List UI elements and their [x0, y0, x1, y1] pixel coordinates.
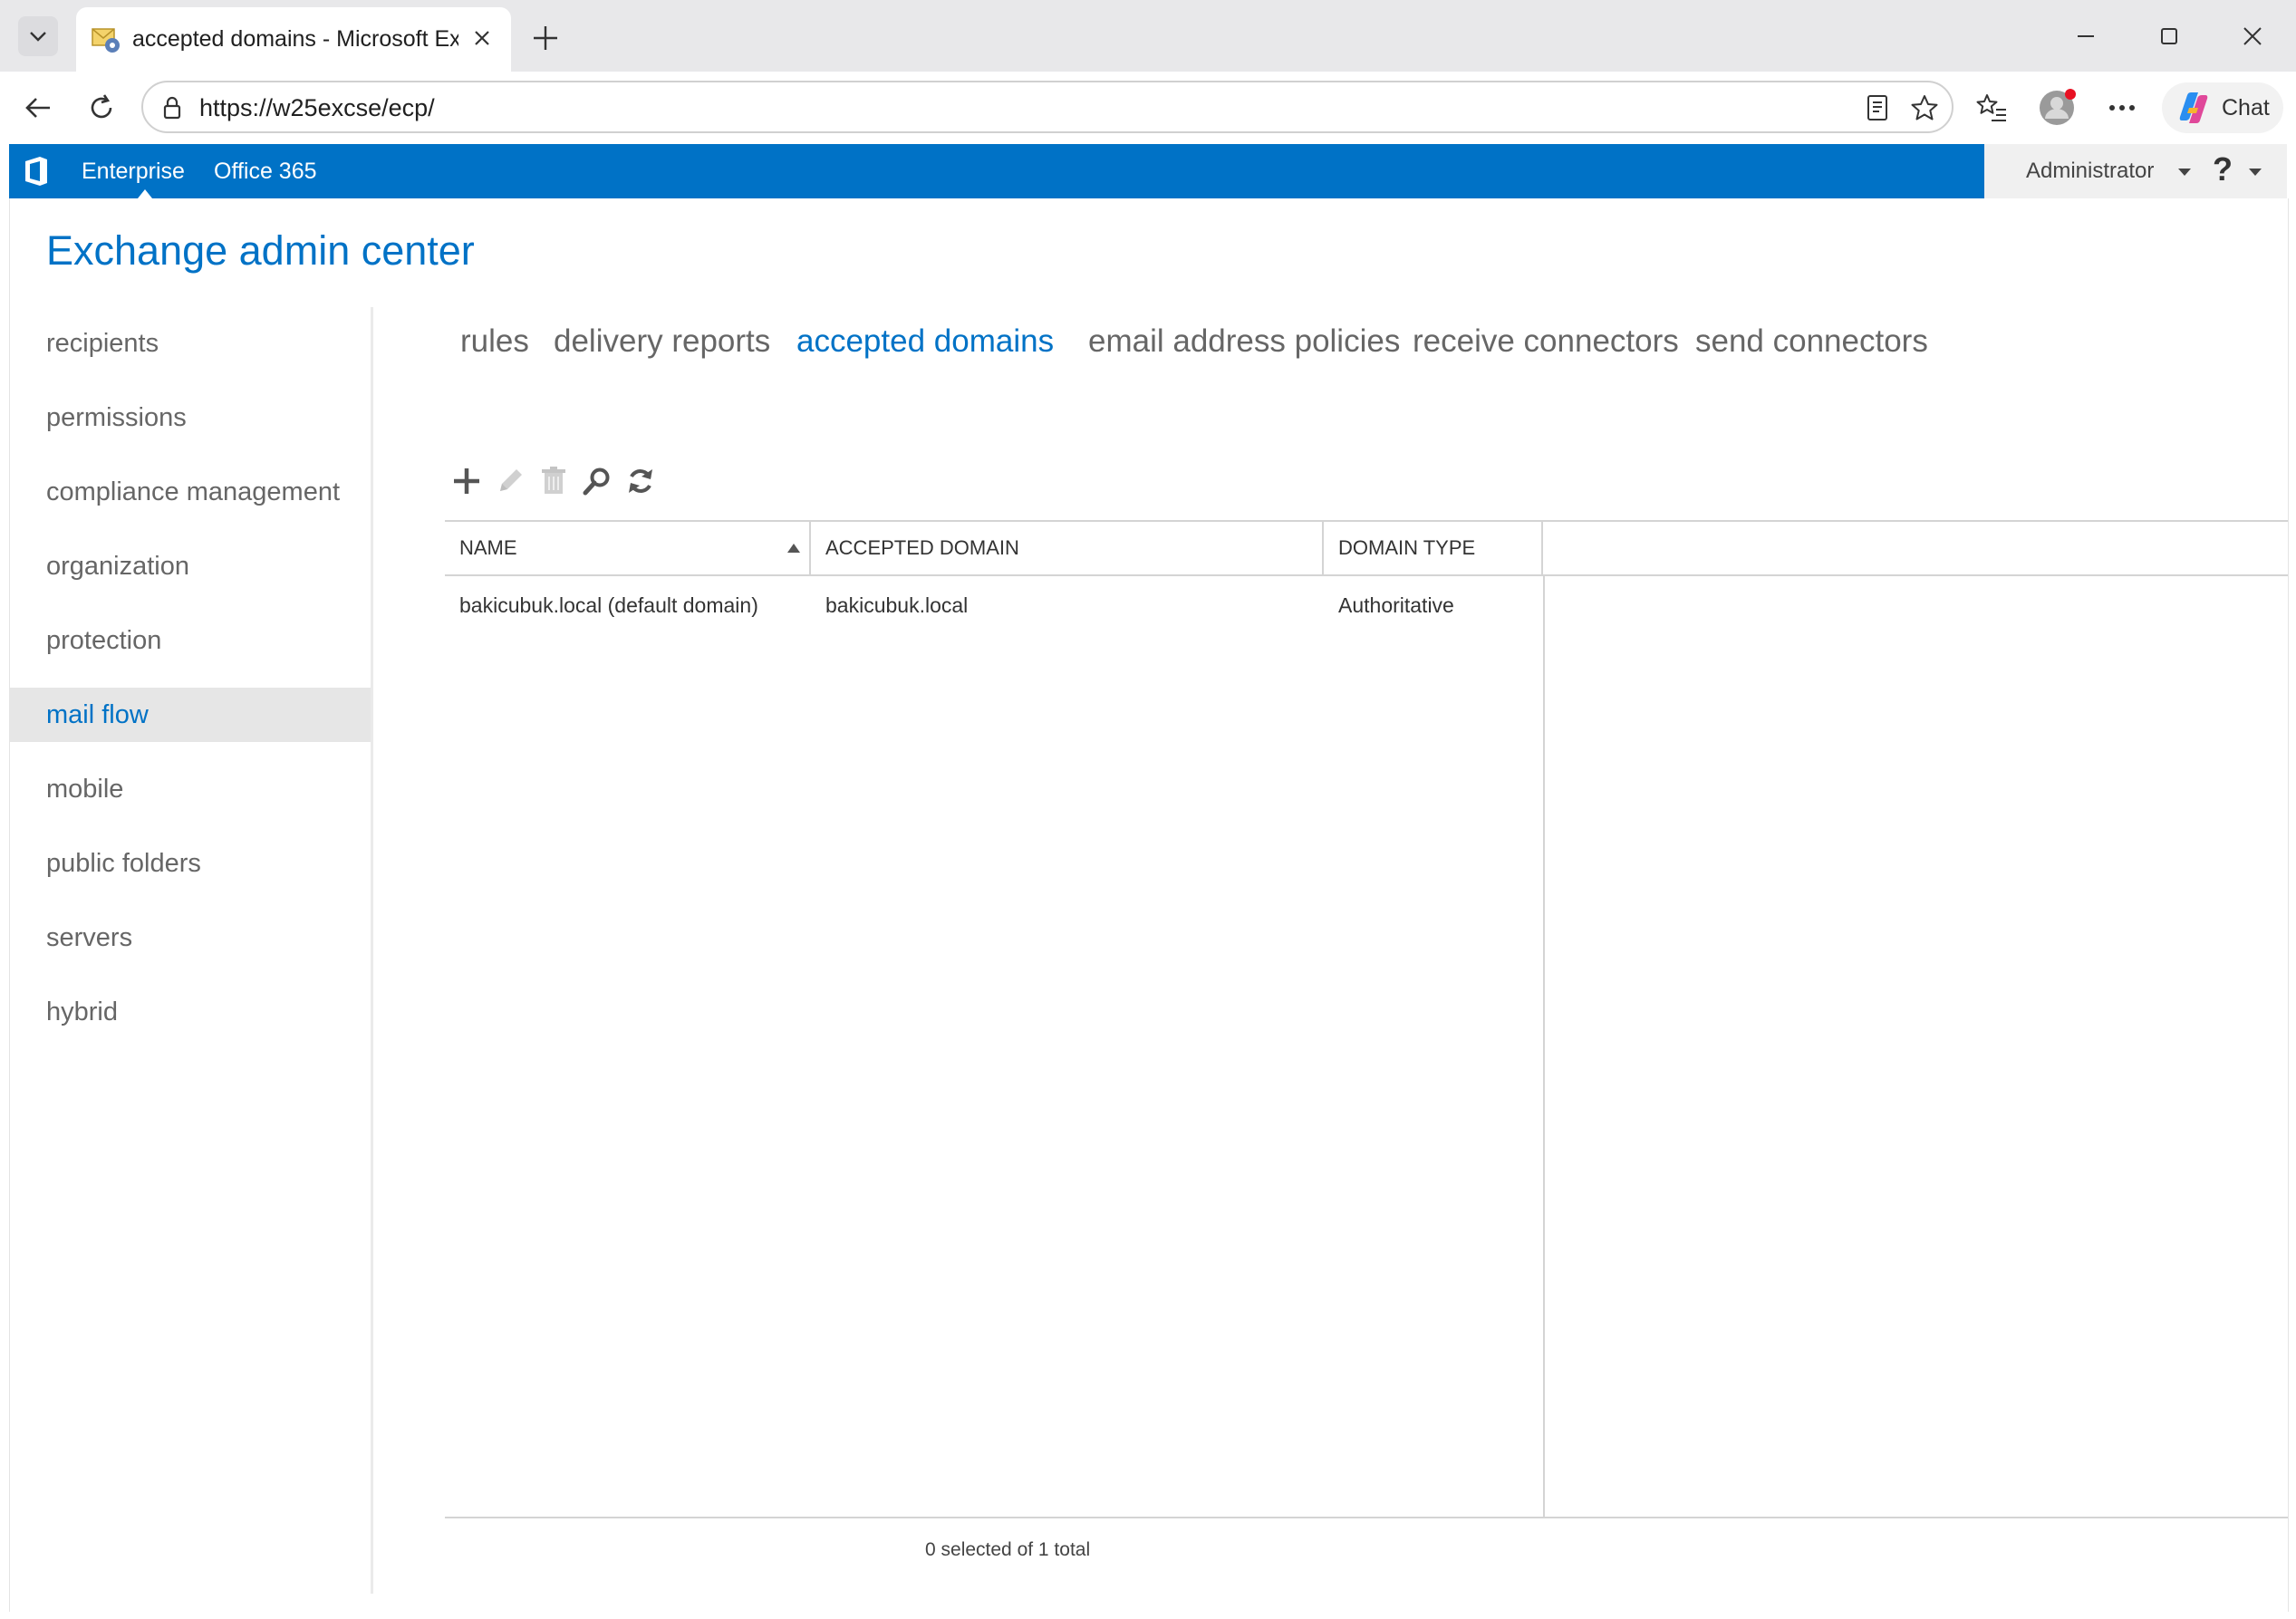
chevron-down-icon [30, 32, 46, 42]
nav-item-protection[interactable]: protection [10, 613, 371, 668]
chat-label: Chat [2222, 95, 2270, 120]
row-domain-type-cell: Authoritative [1338, 593, 1454, 617]
maximize-icon [2161, 28, 2177, 44]
accepted-domains-grid: NAME ACCEPTED DOMAIN DOMAIN TYPE bakicub… [445, 520, 2288, 1560]
column-header-name[interactable]: NAME [445, 522, 811, 574]
tab-accepted-domains[interactable]: accepted domains [796, 321, 1054, 362]
grid-footer-divider [445, 1517, 2288, 1518]
add-button[interactable] [447, 461, 487, 501]
copilot-icon [2179, 92, 2208, 123]
lock-icon[interactable] [159, 95, 185, 120]
plus-icon [454, 468, 479, 494]
exchange-favicon-icon [92, 28, 120, 53]
browser-tab-active[interactable]: accepted domains - Microsoft Exchange [76, 7, 511, 72]
chevron-down-icon[interactable] [2178, 169, 2191, 176]
nav-item-recipients[interactable]: recipients [10, 316, 371, 371]
tab-list-button[interactable] [18, 16, 58, 56]
tab-close-button[interactable] [466, 22, 498, 54]
search-icon [583, 467, 610, 496]
maximize-button[interactable] [2142, 13, 2196, 60]
tab-title: accepted domains - Microsoft Exchange [132, 26, 458, 52]
o365-nav-bar: Enterprise Office 365 Administrator ? [9, 144, 2287, 198]
trash-icon [542, 467, 565, 494]
close-icon [475, 31, 489, 45]
reload-icon [91, 94, 112, 119]
sort-ascending-icon [787, 544, 800, 553]
avatar [2040, 89, 2076, 125]
search-button[interactable] [577, 461, 617, 501]
browser-toolbar: https://w25excse/ecp/ Chat [0, 72, 2296, 144]
office365-link[interactable]: Office 365 [214, 158, 317, 185]
page-title: Exchange admin center [46, 227, 475, 274]
new-tab-button[interactable] [526, 18, 565, 58]
column-header-name-label: NAME [459, 536, 517, 559]
tab-send-connectors[interactable]: send connectors [1695, 321, 1928, 362]
nav-item-mail-flow[interactable]: mail flow [10, 688, 371, 742]
browser-tab-bar: accepted domains - Microsoft Exchange [0, 0, 2296, 72]
favorites-button[interactable] [1972, 88, 2011, 128]
star-icon [1911, 95, 1938, 120]
office-logo-icon[interactable] [18, 153, 54, 189]
profile-button[interactable] [2037, 88, 2077, 128]
nav-item-organization[interactable]: organization [10, 539, 371, 593]
nav-item-mobile[interactable]: mobile [10, 762, 371, 816]
plus-icon [534, 26, 557, 50]
refresh-icon [629, 469, 652, 493]
active-link-indicator [138, 189, 152, 198]
tab-receive-connectors[interactable]: receive connectors [1413, 321, 1679, 362]
arrow-left-icon [25, 98, 50, 118]
row-name-cell: bakicubuk.local (default domain) [459, 593, 758, 617]
nav-item-hybrid[interactable]: hybrid [10, 985, 371, 1039]
column-header-domain-type[interactable]: DOMAIN TYPE [1324, 522, 1543, 574]
more-icon [2109, 105, 2135, 111]
copilot-chat-button[interactable]: Chat [2162, 82, 2283, 133]
pencil-icon [500, 469, 522, 491]
tab-delivery-reports[interactable]: delivery reports [554, 321, 770, 362]
selection-status: 0 selected of 1 total [925, 1539, 1091, 1560]
minimize-button[interactable] [2059, 13, 2113, 60]
reload-button[interactable] [80, 86, 123, 130]
details-pane-divider [1543, 576, 1545, 1518]
tab-email-address-policies[interactable]: email address policies [1088, 321, 1400, 362]
nav-item-compliance-management[interactable]: compliance management [10, 465, 371, 519]
favorites-list-icon [1976, 94, 2006, 121]
chevron-down-icon[interactable] [2249, 169, 2262, 176]
close-window-button[interactable] [2225, 13, 2280, 60]
nav-item-servers[interactable]: servers [10, 911, 371, 965]
column-header-accepted-domain[interactable]: ACCEPTED DOMAIN [811, 522, 1324, 574]
nav-item-permissions[interactable]: permissions [10, 390, 371, 445]
grid-header: NAME ACCEPTED DOMAIN DOMAIN TYPE [445, 520, 2288, 576]
url-text[interactable]: https://w25excse/ecp/ [199, 93, 435, 122]
back-button[interactable] [16, 86, 60, 130]
user-menu[interactable]: Administrator [2026, 158, 2154, 185]
user-area: Administrator ? [1984, 144, 2287, 198]
nav-item-public-folders[interactable]: public folders [10, 836, 371, 891]
address-bar[interactable]: https://w25excse/ecp/ [141, 81, 1954, 133]
refresh-button[interactable] [621, 461, 661, 501]
enterprise-link[interactable]: Enterprise [82, 158, 185, 185]
favorite-star-button[interactable] [1908, 92, 1941, 124]
tab-rules[interactable]: rules [460, 321, 529, 362]
exchange-admin-center: Exchange admin center recipients permiss… [9, 198, 2289, 1612]
left-nav: recipients permissions compliance manage… [10, 307, 373, 1594]
reader-view-icon [1867, 95, 1887, 120]
help-button[interactable]: ? [2213, 151, 2233, 188]
row-accepted-domain-cell: bakicubuk.local [825, 593, 969, 617]
more-options-button[interactable] [2102, 88, 2142, 128]
minimize-icon [2078, 35, 2094, 37]
close-icon [2243, 27, 2262, 45]
reader-view-button[interactable] [1861, 92, 1894, 124]
delete-button[interactable] [534, 461, 574, 501]
edit-button[interactable] [490, 461, 530, 501]
